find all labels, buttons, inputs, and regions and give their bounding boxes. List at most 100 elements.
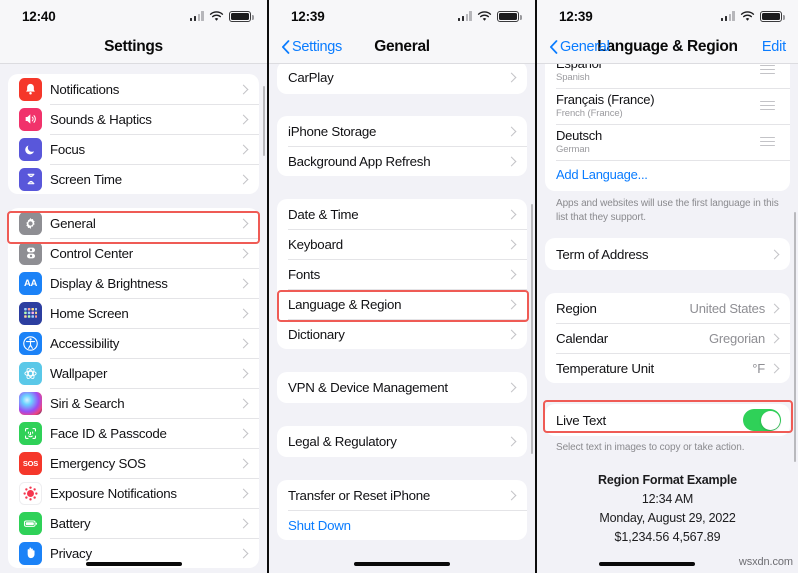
region-settings-group: Region United States Calendar Gregorian … — [545, 293, 790, 383]
list-item-iphone-storage[interactable]: iPhone Storage — [277, 116, 527, 146]
list-item-label: Legal & Regulatory — [288, 434, 397, 449]
live-text-group: Live Text — [545, 404, 790, 436]
wifi-icon — [740, 10, 755, 22]
list-item-calendar[interactable]: Calendar Gregorian — [545, 323, 790, 353]
sidebar-item-label: Face ID & Passcode — [50, 425, 167, 441]
list-item-label: Dictionary — [288, 326, 345, 342]
chevron-right-icon — [506, 269, 517, 279]
general-scroll-area[interactable]: CarPlay iPhone Storage Background App Re… — [269, 64, 535, 573]
list-item-language[interactable]: Deutsch German — [545, 124, 790, 160]
cellular-bars-icon — [457, 11, 472, 21]
scrollbar-thumb[interactable] — [262, 86, 265, 156]
reorder-handle-icon[interactable] — [760, 64, 775, 75]
live-text-footnote: Select text in images to copy or take ac… — [556, 442, 745, 453]
live-text-toggle[interactable] — [743, 409, 781, 431]
sidebar-item-label: Screen Time — [50, 171, 122, 187]
notifications-icon — [19, 77, 42, 101]
back-button-settings[interactable]: Settings — [281, 39, 342, 55]
chevron-right-icon — [506, 209, 517, 219]
home-indicator — [598, 561, 695, 566]
sidebar-item-face-id-passcode[interactable]: Face ID & Passcode — [8, 418, 259, 448]
settings-group-1: Notifications Sounds & Haptics Focus Scr… — [8, 74, 259, 194]
chevron-left-icon — [550, 40, 558, 54]
sidebar-item-notifications[interactable]: Notifications — [8, 74, 259, 104]
battery-settings-icon — [19, 511, 42, 535]
sidebar-item-general[interactable]: General — [8, 208, 259, 238]
scrollbar-thumb[interactable] — [793, 212, 796, 462]
sidebar-item-accessibility[interactable]: Accessibility — [8, 328, 259, 358]
list-item-transfer-or-reset-iphone[interactable]: Transfer or Reset iPhone — [277, 480, 527, 510]
sidebar-item-screen-time[interactable]: Screen Time — [8, 164, 259, 194]
add-language-button[interactable]: Add Language... — [545, 160, 790, 191]
language-native-name: Français (France) — [556, 92, 655, 107]
home-indicator — [85, 561, 182, 566]
list-item-legal-regulatory[interactable]: Legal & Regulatory — [277, 426, 527, 457]
list-item-date-time[interactable]: Date & Time — [277, 199, 527, 229]
languages-footnote: Apps and websites will use the first lan… — [556, 198, 779, 223]
sidebar-item-display-brightness[interactable]: AA Display & Brightness — [8, 268, 259, 298]
chevron-right-icon — [506, 239, 517, 249]
focus-icon — [19, 137, 42, 161]
list-item-label: VPN & Device Management — [288, 380, 448, 395]
example-numbers: $1,234.56 4,567.89 — [614, 529, 721, 544]
sidebar-item-siri-search[interactable]: Siri & Search — [8, 388, 259, 418]
sidebar-item-battery[interactable]: Battery — [8, 508, 259, 538]
scrollbar-thumb[interactable] — [530, 204, 533, 454]
chevron-right-icon — [238, 338, 249, 348]
list-item-shut-down[interactable]: Shut Down — [277, 510, 527, 540]
list-item-live-text[interactable]: Live Text — [545, 404, 790, 436]
sidebar-item-control-center[interactable]: Control Center — [8, 238, 259, 268]
sidebar-item-wallpaper[interactable]: Wallpaper — [8, 358, 259, 388]
general-group-legal: Legal & Regulatory — [277, 426, 527, 457]
language-region-scroll-area[interactable]: Español Spanish Français (France) French… — [537, 64, 798, 573]
list-item-region[interactable]: Region United States — [545, 293, 790, 323]
list-item-vpn-device-management[interactable]: VPN & Device Management — [277, 372, 527, 403]
phone-screen-general: 12:39 Settings General CarPlay iPhone St… — [267, 0, 537, 573]
list-item-fonts[interactable]: Fonts — [277, 259, 527, 289]
three-phone-screenshots: 12:40 Settings Notifications Sounds & Ha… — [0, 0, 800, 573]
list-item-temperature-unit[interactable]: Temperature Unit °F — [545, 353, 790, 383]
language-english-name: German — [556, 144, 590, 155]
sidebar-item-label: Privacy — [50, 545, 92, 561]
watermark: wsxdn.com — [738, 556, 793, 568]
sidebar-item-label: Focus — [50, 141, 85, 157]
privacy-icon — [19, 541, 42, 565]
list-item-label: Transfer or Reset iPhone — [288, 487, 431, 503]
list-item-dictionary[interactable]: Dictionary — [277, 319, 527, 349]
example-time: 12:34 AM — [641, 491, 694, 506]
list-item-label: Fonts — [288, 266, 321, 282]
sidebar-item-label: Sounds & Haptics — [50, 111, 152, 127]
general-group-locale: Date & Time Keyboard Fonts Language & Re… — [277, 199, 527, 349]
list-item-background-app-refresh[interactable]: Background App Refresh — [277, 146, 527, 176]
status-bar: 12:40 — [0, 0, 267, 30]
list-item-language[interactable]: Français (France) French (France) — [545, 88, 790, 124]
chevron-right-icon — [238, 308, 249, 318]
reorder-handle-icon[interactable] — [760, 100, 775, 111]
reorder-handle-icon[interactable] — [760, 136, 775, 147]
sidebar-item-emergency-sos[interactable]: SOS Emergency SOS — [8, 448, 259, 478]
nav-bar: General Language & Region Edit — [537, 30, 798, 64]
general-group-vpn: VPN & Device Management — [277, 372, 527, 403]
edit-button[interactable]: Edit — [762, 39, 786, 55]
sidebar-item-exposure-notifications[interactable]: Exposure Notifications — [8, 478, 259, 508]
sidebar-item-sounds-haptics[interactable]: Sounds & Haptics — [8, 104, 259, 134]
list-item-label: Date & Time — [288, 206, 359, 222]
list-item-label: Term of Address — [556, 246, 649, 262]
sidebar-item-focus[interactable]: Focus — [8, 134, 259, 164]
settings-scroll-area[interactable]: Notifications Sounds & Haptics Focus Scr… — [0, 64, 267, 573]
sidebar-item-label: Display & Brightness — [50, 275, 168, 291]
list-item-language[interactable]: Español Spanish — [545, 64, 790, 88]
chevron-right-icon — [238, 518, 249, 528]
list-item-keyboard[interactable]: Keyboard — [277, 229, 527, 259]
list-item-term-of-address[interactable]: Term of Address — [545, 238, 790, 270]
chevron-right-icon — [238, 428, 249, 438]
list-item-carplay[interactable]: CarPlay — [277, 64, 527, 94]
back-button-general[interactable]: General — [549, 39, 610, 55]
chevron-right-icon — [506, 126, 517, 136]
language-list-group: Español Spanish Français (France) French… — [545, 64, 790, 191]
list-item-language-region[interactable]: Language & Region — [277, 289, 527, 319]
list-item-label: Background App Refresh — [288, 153, 431, 169]
sidebar-item-label: Battery — [50, 515, 91, 531]
sidebar-item-home-screen[interactable]: Home Screen — [8, 298, 259, 328]
list-item-value: United States — [689, 300, 766, 316]
